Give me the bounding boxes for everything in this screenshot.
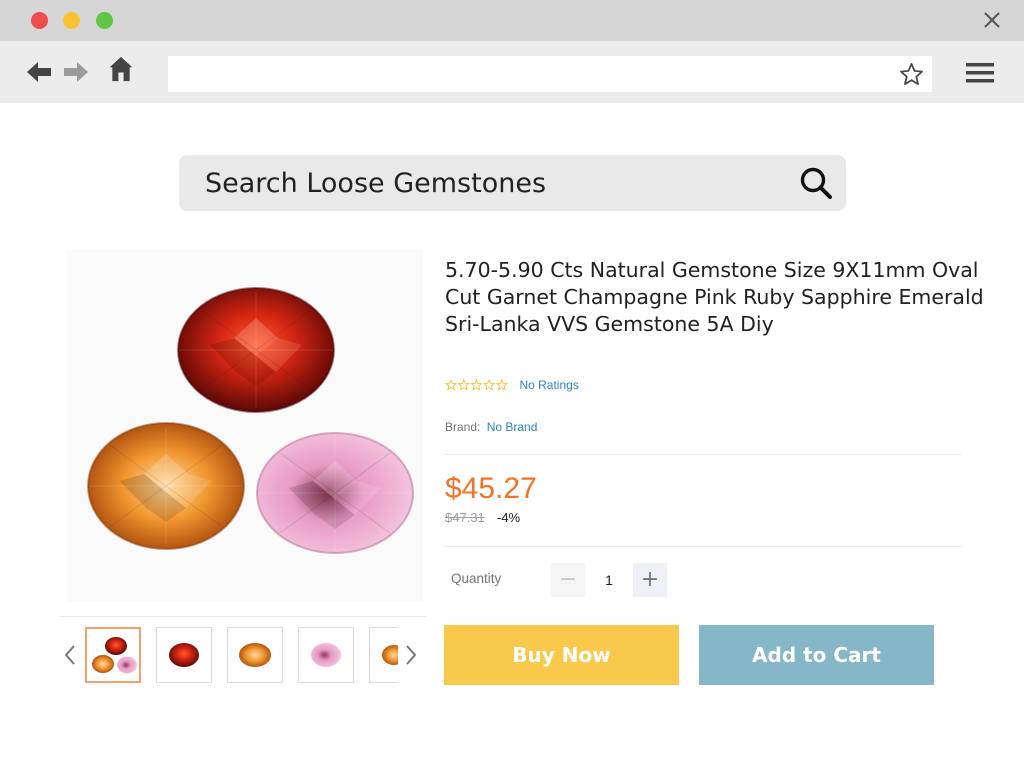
red-gemstone: [177, 287, 335, 413]
details-divider: [444, 454, 962, 455]
forward-arrow-icon[interactable]: [62, 59, 90, 85]
add-to-cart-button[interactable]: Add to Cart: [699, 625, 934, 685]
thumbnail-champagne-gem-partial[interactable]: [369, 627, 398, 683]
thumbnail-three-gemstones[interactable]: [85, 627, 141, 683]
brand-label: Brand:: [445, 420, 481, 434]
chevron-right-icon[interactable]: [403, 640, 419, 670]
quantity-label: Quantity: [451, 571, 502, 586]
browser-toolbar: [0, 41, 1024, 103]
thumbnail-champagne-gem[interactable]: [227, 627, 283, 683]
quantity-increase-button[interactable]: +: [633, 563, 667, 597]
champagne-gemstone: [87, 422, 245, 550]
gallery-divider: [60, 616, 426, 617]
thumbnail-red-garnet[interactable]: [156, 627, 212, 683]
price-divider: [444, 546, 962, 547]
brand-link[interactable]: No Brand: [487, 420, 538, 434]
window-maximize-dot[interactable]: [96, 12, 113, 29]
current-price: $45.27: [445, 472, 537, 505]
pink-gemstone: [256, 432, 414, 554]
original-price: $47.31: [445, 510, 485, 525]
search-bar: [179, 155, 846, 211]
product-rating: No Ratings: [445, 376, 579, 392]
product-title: 5.70-5.90 Cts Natural Gemstone Size 9X11…: [445, 258, 984, 336]
quantity-decrease-button[interactable]: −: [551, 563, 585, 597]
window-close-dot[interactable]: [31, 12, 48, 29]
window-minimize-dot[interactable]: [63, 12, 80, 29]
discount-badge: -4%: [497, 510, 521, 525]
brand-row: Brand: No Brand: [445, 420, 537, 434]
buy-now-button[interactable]: Buy Now: [444, 625, 679, 685]
hamburger-menu-icon[interactable]: [966, 62, 994, 84]
thumbnail-strip: [85, 627, 398, 685]
address-bar[interactable]: [168, 56, 932, 92]
window-titlebar: [0, 0, 1024, 41]
close-icon[interactable]: [982, 10, 1002, 30]
ratings-link[interactable]: No Ratings: [519, 378, 578, 392]
home-icon[interactable]: [107, 56, 135, 82]
thumbnail-pink-gem[interactable]: [298, 627, 354, 683]
quantity-input[interactable]: [588, 563, 630, 597]
back-arrow-icon[interactable]: [25, 59, 53, 85]
rating-stars-icon: [445, 378, 508, 391]
chevron-left-icon[interactable]: [62, 640, 78, 670]
search-input[interactable]: [205, 163, 785, 203]
search-icon[interactable]: [799, 166, 833, 200]
product-main-image[interactable]: [67, 250, 423, 602]
bookmark-star-icon[interactable]: [899, 62, 924, 87]
